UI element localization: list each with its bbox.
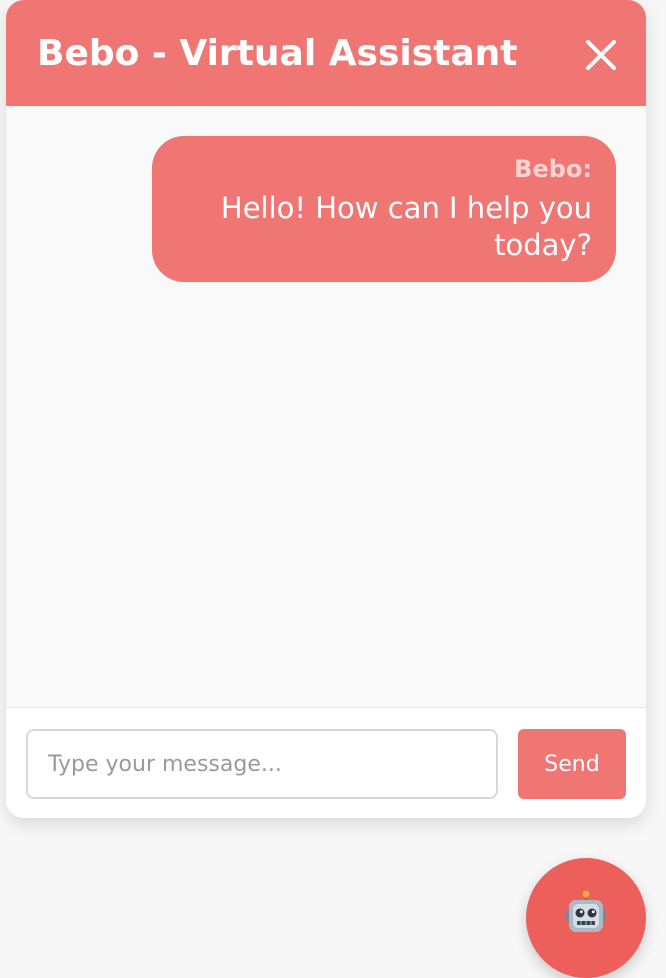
robot-icon [566,890,606,932]
bot-message-bubble: Bebo: Hello! How can I help you today? [152,136,616,282]
chat-title: Bebo - Virtual Assistant [37,33,518,74]
message-list: Bebo: Hello! How can I help you today? [6,106,646,707]
close-button[interactable] [580,34,622,76]
chat-launcher-button[interactable] [526,858,646,978]
close-icon [586,40,616,70]
send-button[interactable]: Send [518,729,626,799]
message-input[interactable] [26,729,498,799]
chat-header: Bebo - Virtual Assistant [6,0,646,106]
message-text: Hello! How can I help you today? [220,191,592,262]
chat-window: Bebo - Virtual Assistant Bebo: Hello! Ho… [6,0,646,818]
message-sender: Bebo: [514,155,592,183]
composer-bar: Send [6,707,646,818]
